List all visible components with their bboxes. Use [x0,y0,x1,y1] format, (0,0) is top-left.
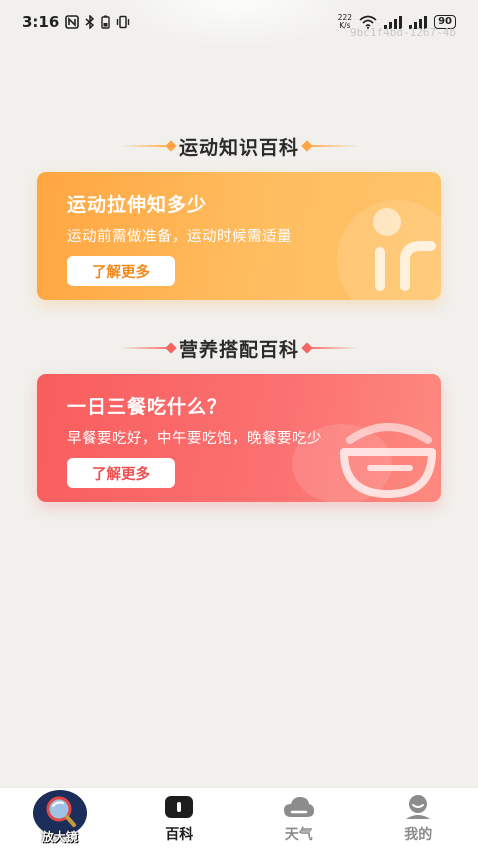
tab-profile[interactable]: 我的 [359,788,478,850]
food-bowl-icon [292,423,436,502]
status-left: 3:16 [22,13,130,31]
section-divider-right [309,145,359,147]
section-divider-left [118,145,169,147]
sports-stretch-card[interactable]: 运动拉伸知多少 运动前需做准备，运动时候需适量 了解更多 [37,172,441,300]
tab-encyclopedia[interactable]: 百科 [120,788,240,850]
section-title-sports: 运动知识百科 [178,136,299,159]
tab-label-magnifier: 放大镜 [41,830,78,844]
tab-weather[interactable]: 天气 [239,788,359,850]
tab-label-weather: 天气 [284,827,313,843]
bluetooth-icon [85,15,95,29]
bottom-tab-bar: 放大镜 百科 天气 我的 [0,787,478,850]
vibrate-icon [117,15,130,29]
learn-more-button[interactable]: 了解更多 [67,256,175,286]
status-time: 3:16 [22,13,60,31]
three-meals-card[interactable]: 一日三餐吃什么？ 早餐要吃好，中午要吃饱，晚餐要吃少 了解更多 [37,374,441,502]
encyclopedia-icon [165,796,194,818]
watermark: 9bc1f4bd-1267-4b [350,26,456,39]
tab-label-profile: 我的 [404,827,433,843]
battery-saver-icon [101,15,111,29]
magnifier-glass-icon [46,796,76,827]
user-icon [406,795,431,819]
tab-label-encyclopedia: 百科 [165,827,194,843]
section-divider-right [309,347,359,349]
section-header-nutrition: 营养搭配百科 [0,333,478,363]
section-header-sports: 运动知识百科 [0,131,478,161]
section-divider-left [118,347,169,349]
learn-more-button[interactable]: 了解更多 [67,458,175,488]
section-title-nutrition: 营养搭配百科 [178,338,299,361]
tab-magnifier[interactable]: 放大镜 [0,788,120,850]
nfc-icon [65,15,80,29]
cloud-icon [283,797,314,817]
stretching-person-icon [337,200,441,300]
